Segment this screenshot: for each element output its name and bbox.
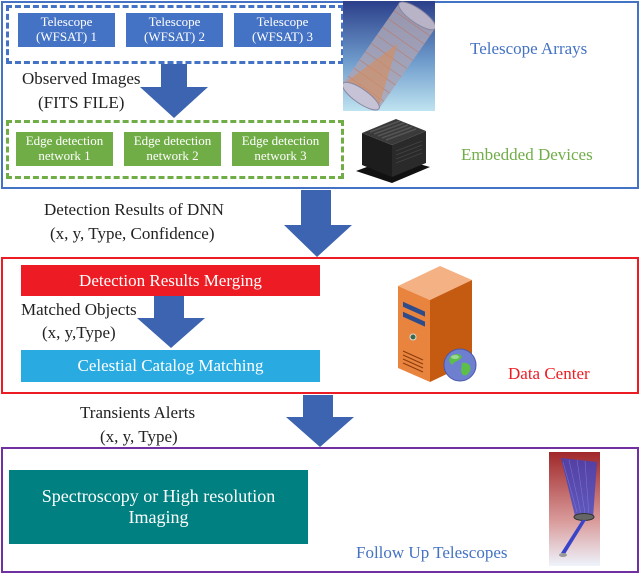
arrow-dnn-results: [284, 190, 352, 257]
dnn-results-line1: Detection Results of DNN: [44, 200, 224, 219]
telescope-render-icon: [343, 1, 435, 111]
observed-images-line1: Observed Images: [22, 69, 141, 88]
matched-objects-label: Matched Objects: [21, 300, 137, 320]
observed-images-label: Observed Images: [22, 69, 141, 89]
spectroscopy-line2: Imaging: [128, 507, 189, 527]
celestial-catalog-matching: Celestial Catalog Matching: [21, 350, 320, 382]
telescope-1-line1: Telescope: [40, 14, 93, 30]
edge-network-1: Edge detection network 1: [16, 132, 113, 166]
transients-alerts-line2: (x, y, Type): [100, 427, 178, 446]
spectroscopy-line1: Spectroscopy or High resolution: [41, 486, 276, 507]
edge-network-2-line1: Edge detection: [133, 133, 212, 149]
arrow-transients-alerts: [286, 395, 354, 447]
spectroscopy-imaging-box: Spectroscopy or High resolution Imaging: [9, 470, 308, 544]
embedded-devices-label: Embedded Devices: [461, 145, 593, 164]
telescope-2: Telescope (WFSAT) 2: [126, 13, 223, 47]
data-center-label: Data Center: [508, 364, 590, 383]
dnn-results-label: Detection Results of DNN: [44, 200, 224, 220]
transients-alerts-fields: (x, y, Type): [100, 427, 178, 447]
telescope-arrays-label: Telescope Arrays: [470, 39, 588, 58]
transients-alerts-label: Transients Alerts: [80, 403, 195, 423]
telescope-2-line2: (WFSAT) 2: [143, 29, 206, 44]
telescope-2-line1: Telescope: [148, 14, 201, 30]
edge-network-1-line2: network 1: [38, 148, 91, 163]
telescope-1-line2: (WFSAT) 1: [35, 29, 98, 44]
edge-network-3: Edge detection network 3: [232, 132, 329, 166]
matched-objects-line1: Matched Objects: [21, 300, 137, 319]
telescope-3-line1: Telescope: [256, 14, 309, 30]
fits-file-label: (FITS FILE): [38, 93, 124, 113]
matched-objects-line2: (x, y,Type): [42, 323, 116, 342]
dnn-results-line2: (x, y, Type, Confidence): [50, 224, 215, 243]
dnn-results-fields: (x, y, Type, Confidence): [50, 224, 215, 244]
edge-network-2-line2: network 2: [146, 148, 199, 163]
edge-network-3-line1: Edge detection: [241, 133, 320, 149]
edge-network-2: Edge detection network 2: [124, 132, 221, 166]
fits-file-line2: (FITS FILE): [38, 93, 125, 112]
arrow-observed-images: [140, 64, 208, 118]
embedded-device-icon: [356, 119, 430, 183]
edge-network-3-line2: network 3: [254, 148, 307, 163]
arrow-matched-objects: [137, 296, 205, 348]
telescope-1: Telescope (WFSAT) 1: [18, 13, 115, 47]
follow-up-telescopes-label: Follow Up Telescopes: [356, 543, 508, 562]
edge-network-1-line1: Edge detection: [25, 133, 104, 149]
matched-objects-fields: (x, y,Type): [42, 323, 116, 343]
transients-alerts-line1: Transients Alerts: [80, 403, 196, 422]
telescope-3: Telescope (WFSAT) 3: [234, 13, 331, 47]
telescope-3-line2: (WFSAT) 3: [251, 29, 314, 44]
detection-results-merging: Detection Results Merging: [21, 265, 320, 296]
follow-up-telescope-icon: [549, 452, 600, 566]
globe-icon: [443, 348, 477, 382]
